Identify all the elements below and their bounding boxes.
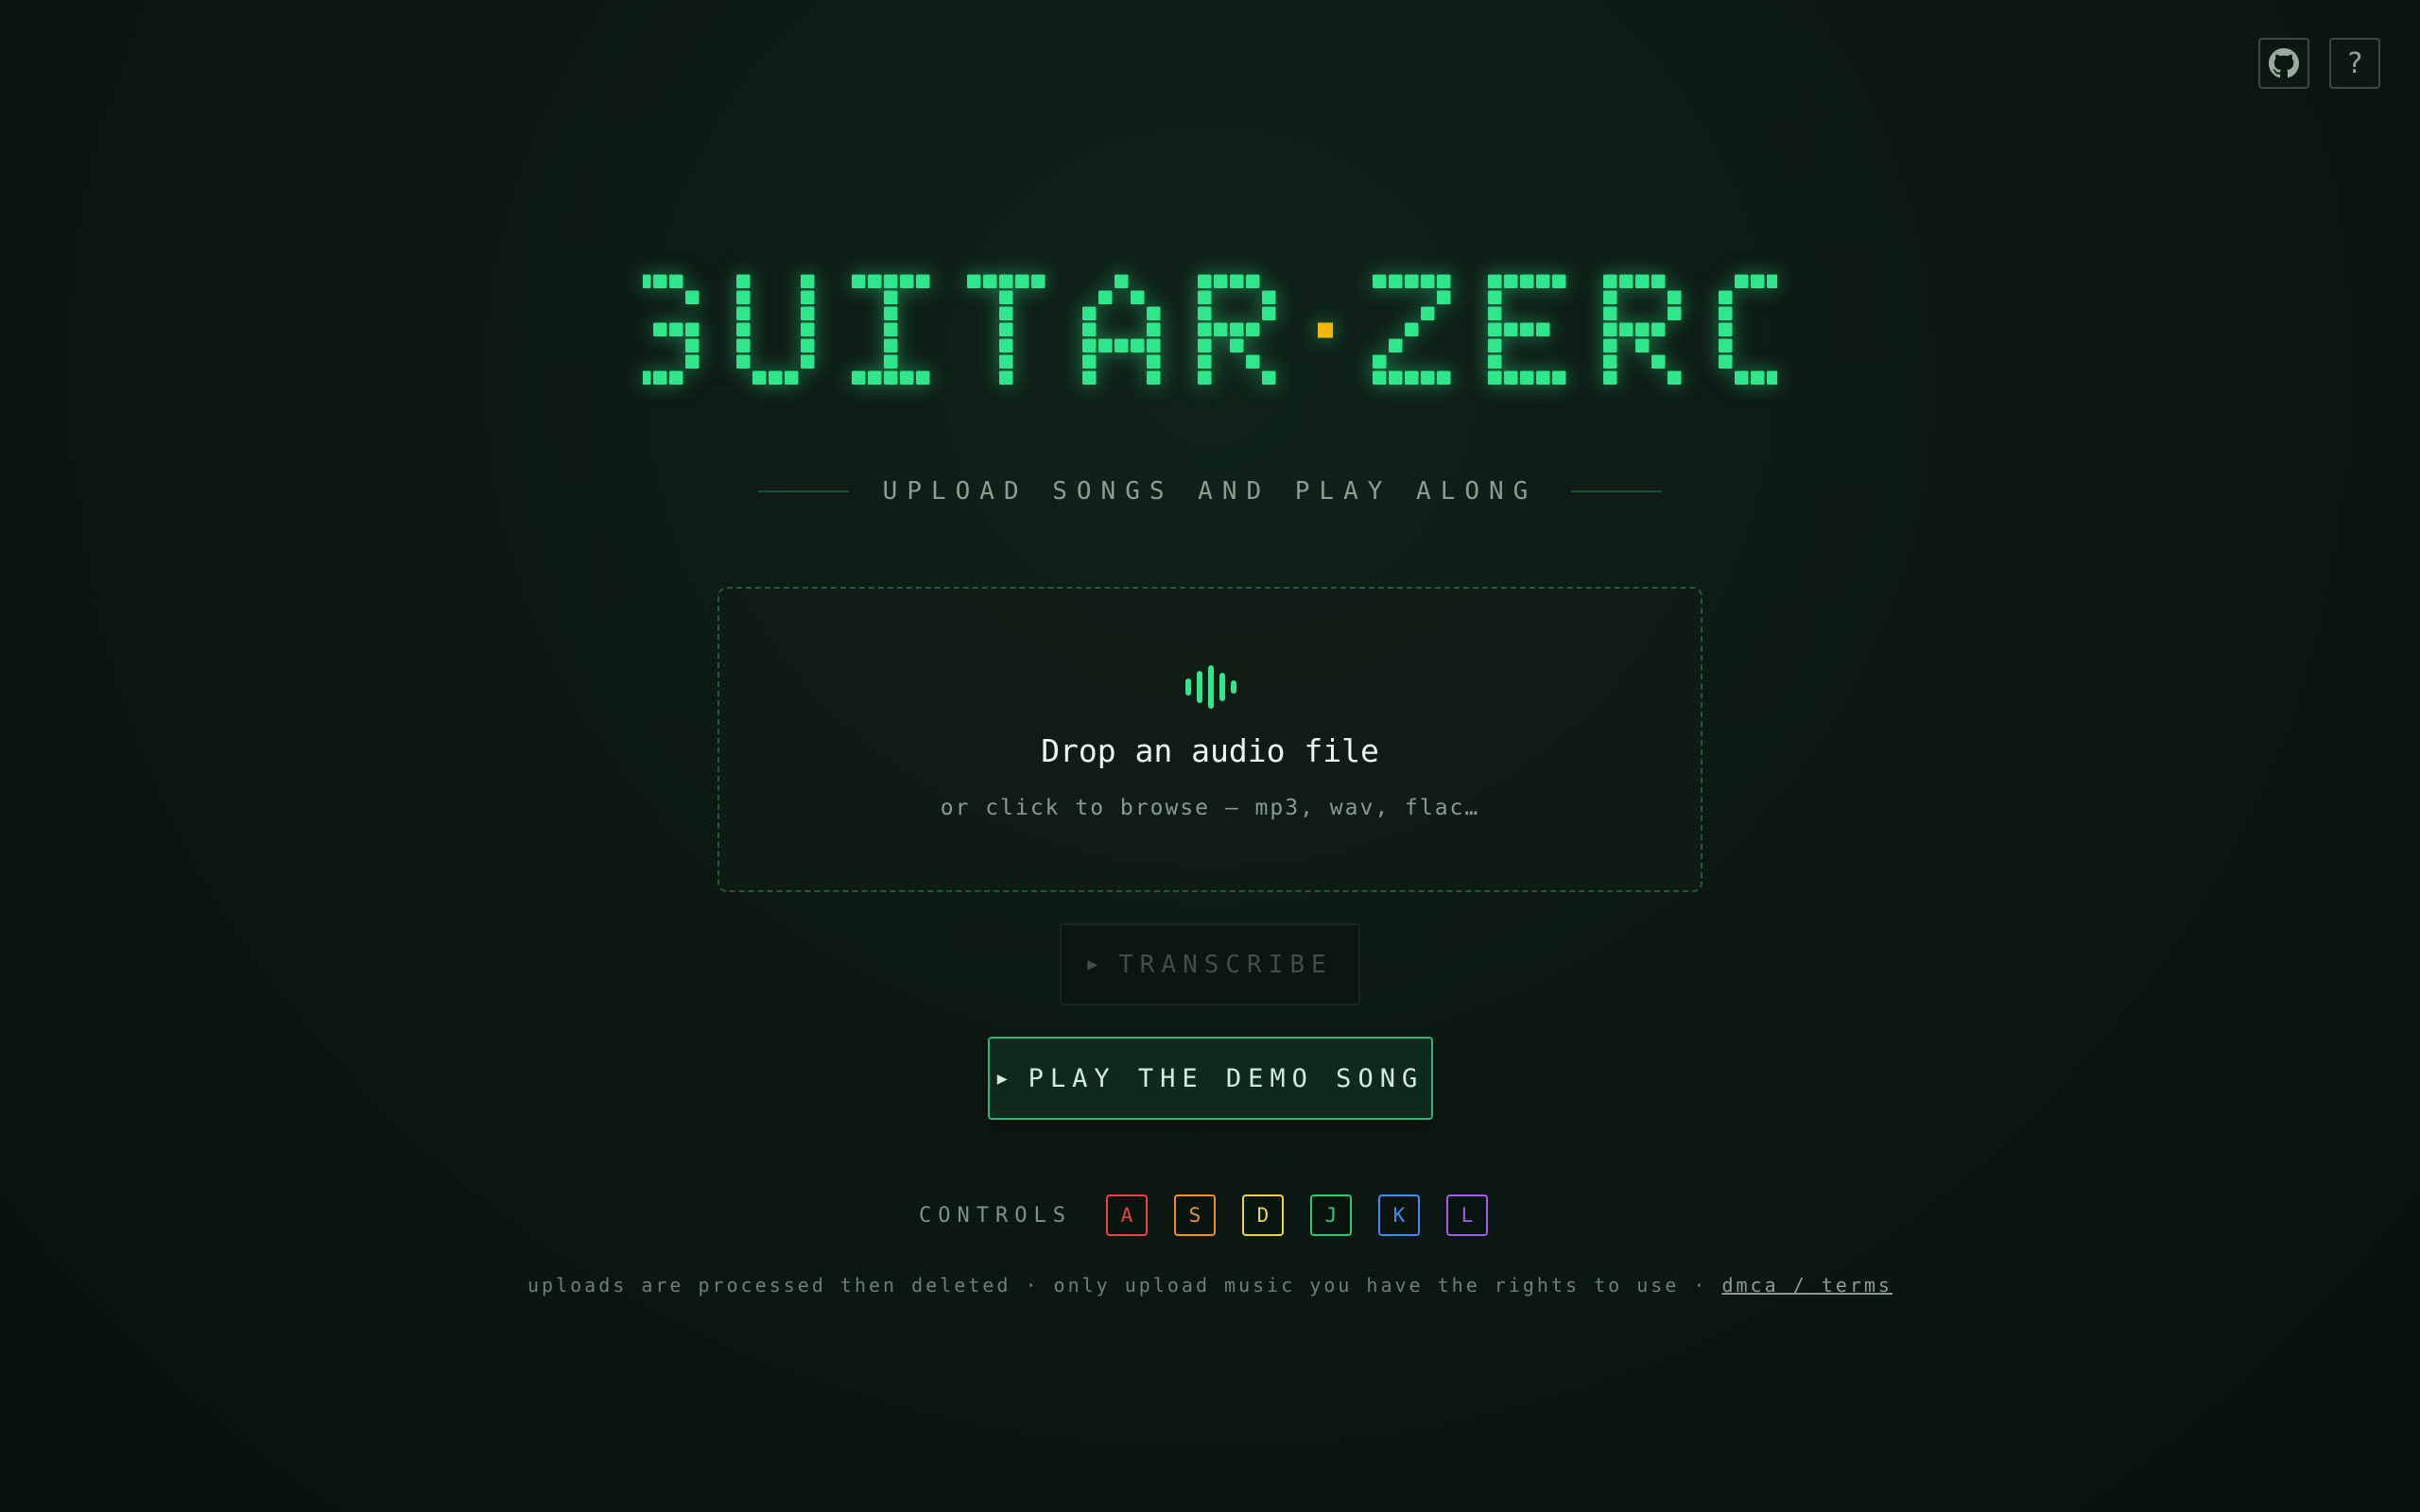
logo-letter-a: [1082, 274, 1161, 385]
logo-letter-o: [1719, 274, 1777, 385]
controls-label: CONTROLS: [919, 1203, 1072, 1228]
logo-letter-t: [967, 274, 1046, 385]
logo-letter-r: [1603, 274, 1682, 385]
dropzone-title: Drop an audio file: [1041, 732, 1379, 769]
dmca-terms-link[interactable]: dmca / terms: [1721, 1274, 1893, 1297]
pixel-logo: [643, 274, 1777, 385]
dropzone-subtitle: or click to browse — mp3, wav, flac…: [940, 796, 1480, 820]
logo-letter-u: [736, 274, 815, 385]
controls-row: CONTROLS A S D J K L: [0, 1194, 2420, 1237]
key-d: D: [1241, 1194, 1284, 1236]
help-button[interactable]: ?: [2329, 38, 2380, 89]
key-j: J: [1309, 1194, 1352, 1236]
play-demo-button[interactable]: ▶ PLAY THE DEMO SONG: [988, 1037, 1433, 1120]
help-label: ?: [2345, 46, 2364, 80]
logo-letter-z: [1373, 274, 1451, 385]
play-icon: ▶: [1087, 954, 1098, 974]
tagline: UPLOAD SONGS AND PLAY ALONG: [882, 477, 1538, 506]
key-s: S: [1173, 1194, 1216, 1236]
play-icon: ▶: [996, 1068, 1008, 1089]
transcribe-button[interactable]: ▶ TRANSCRIBE: [1060, 923, 1360, 1005]
audio-wave-icon: [1185, 665, 1236, 709]
footer-text: uploads are processed then deleted · onl…: [527, 1274, 1722, 1297]
key-l: L: [1445, 1194, 1488, 1236]
github-button[interactable]: [2258, 38, 2309, 89]
github-icon: [2269, 48, 2299, 78]
key-a: A: [1105, 1194, 1148, 1236]
subtitle-divider-right: [1571, 490, 1663, 492]
logo-separator-dot: [1318, 322, 1333, 338]
audio-dropzone[interactable]: Drop an audio file or click to browse — …: [717, 587, 1703, 892]
subtitle-row: UPLOAD SONGS AND PLAY ALONG: [0, 472, 2420, 510]
logo: [0, 274, 2420, 387]
logo-letter-i: [852, 274, 930, 385]
logo-letter-g: [643, 274, 700, 385]
logo-letter-e: [1488, 274, 1566, 385]
play-demo-label: PLAY THE DEMO SONG: [1028, 1063, 1425, 1093]
transcribe-label: TRANSCRIBE: [1118, 950, 1333, 979]
key-k: K: [1377, 1194, 1420, 1236]
subtitle-divider-left: [757, 490, 849, 492]
footer: uploads are processed then deleted · onl…: [0, 1274, 2420, 1297]
logo-letter-r: [1198, 274, 1276, 385]
